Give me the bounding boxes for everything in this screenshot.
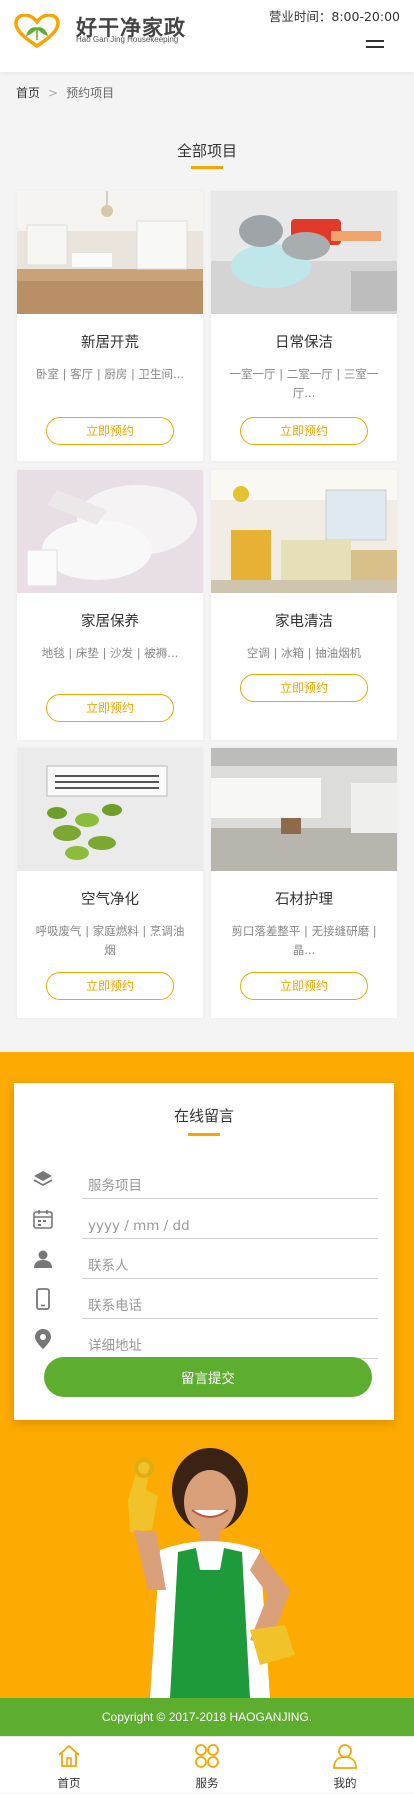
service-image <box>17 191 203 314</box>
service-title: 空气净化 <box>81 892 139 908</box>
phone-field-row <box>32 1279 378 1319</box>
nav-label-mine: 我的 <box>333 1776 357 1790</box>
user-icon <box>333 1744 357 1769</box>
site-header: 好干净家政 Hao Gan Jing Housekeeping 营业时间：8:0… <box>0 0 414 72</box>
book-now-button[interactable]: 立即预约 <box>240 417 368 445</box>
service-desc: 空调 | 冰箱 | 抽油烟机 <box>246 646 362 660</box>
calendar-icon <box>33 1210 53 1229</box>
layers-icon <box>33 1171 53 1187</box>
breadcrumb: 首页 > 预约项目 <box>16 84 114 101</box>
title-underline <box>191 166 223 169</box>
service-title: 日常保洁 <box>275 335 333 351</box>
business-hours: 营业时间：8:00-20:00 <box>268 9 400 24</box>
grid-circles-icon <box>195 1744 219 1768</box>
service-title: 新居开荒 <box>81 335 139 351</box>
book-now-button[interactable]: 立即预约 <box>46 417 174 445</box>
phone-input[interactable] <box>82 1279 378 1319</box>
service-image <box>211 748 397 871</box>
bottom-navigation: 首页 服务 我的 <box>0 1736 414 1793</box>
section-title: 全部项目 <box>176 142 237 160</box>
book-now-button[interactable]: 立即预约 <box>46 694 174 722</box>
service-image <box>211 191 397 314</box>
submit-message-button[interactable]: 留言提交 <box>44 1357 372 1397</box>
service-card[interactable]: 家居保养 地毯 | 床垫 | 沙发 | 被褥... 立即预约 <box>17 470 203 740</box>
person-icon <box>34 1250 52 1268</box>
location-pin-icon <box>35 1329 51 1349</box>
service-desc: 一室一厅 | 二室一厅 | 三室一厅... <box>229 367 379 400</box>
form-title: 在线留言 <box>173 1107 234 1125</box>
service-image <box>17 470 203 593</box>
service-card[interactable]: 石材护理 剪口落差整平 | 无接缝研磨 | 晶... 立即预约 <box>211 748 397 1018</box>
book-now-button[interactable]: 立即预约 <box>240 674 368 702</box>
form-title-underline <box>188 1133 220 1136</box>
service-desc: 卧室 | 客厅 | 厨房 | 卫生间... <box>35 367 185 381</box>
nav-item-mine[interactable]: 我的 <box>276 1737 414 1794</box>
service-image <box>211 470 397 593</box>
nav-label-services: 服务 <box>195 1776 219 1790</box>
service-title: 石材护理 <box>275 892 333 908</box>
service-card[interactable]: 空气净化 呼吸废气 | 家庭燃料 | 烹调油烟 立即预约 <box>17 748 203 1018</box>
brand-subtitle: Hao Gan Jing Housekeeping <box>76 35 179 44</box>
nav-item-home[interactable]: 首页 <box>0 1737 138 1794</box>
nav-item-services[interactable]: 服务 <box>138 1737 276 1794</box>
contact-field-row <box>32 1239 378 1279</box>
service-title: 家居保养 <box>81 614 139 630</box>
service-title: 家电清洁 <box>275 614 333 630</box>
phone-icon <box>36 1288 50 1310</box>
copyright-bar: Copyright © 2017-2018 HAOGANJING. <box>0 1698 414 1736</box>
date-field-row <box>32 1199 378 1239</box>
service-card[interactable]: 新居开荒 卧室 | 客厅 | 厨房 | 卫生间... 立即预约 <box>17 191 203 461</box>
contact-name-input[interactable] <box>82 1239 378 1279</box>
breadcrumb-home-link[interactable]: 首页 <box>16 86 40 100</box>
address-field-row <box>32 1319 378 1359</box>
date-input[interactable] <box>82 1199 378 1239</box>
message-form: 在线留言 服务项目 yyyy / mm / dd 联系人 联系电话 详细地址 留… <box>14 1083 394 1420</box>
hamburger-menu-icon[interactable] <box>366 40 384 52</box>
service-image <box>17 748 203 871</box>
heart-leaf-logo-icon <box>14 14 60 48</box>
cleaning-woman-image <box>128 1448 295 1698</box>
home-icon <box>58 1744 80 1767</box>
book-now-button[interactable]: 立即预约 <box>240 972 368 1000</box>
service-field-row <box>32 1159 378 1199</box>
nav-label-home: 首页 <box>57 1776 81 1790</box>
breadcrumb-separator: > <box>48 86 59 100</box>
book-now-button[interactable]: 立即预约 <box>46 972 174 1000</box>
service-desc: 地毯 | 床垫 | 沙发 | 被褥... <box>41 646 179 660</box>
service-desc: 剪口落差整平 | 无接缝研磨 | 晶... <box>231 924 377 957</box>
breadcrumb-current: 预约项目 <box>66 86 115 100</box>
service-card[interactable]: 家电清洁 空调 | 冰箱 | 抽油烟机 立即预约 <box>211 470 397 740</box>
address-input[interactable] <box>82 1319 378 1359</box>
service-card[interactable]: 日常保洁 一室一厅 | 二室一厅 | 三室一厅... 立即预约 <box>211 191 397 461</box>
service-input[interactable] <box>82 1159 378 1199</box>
service-desc: 呼吸废气 | 家庭燃料 | 烹调油烟 <box>35 924 185 957</box>
